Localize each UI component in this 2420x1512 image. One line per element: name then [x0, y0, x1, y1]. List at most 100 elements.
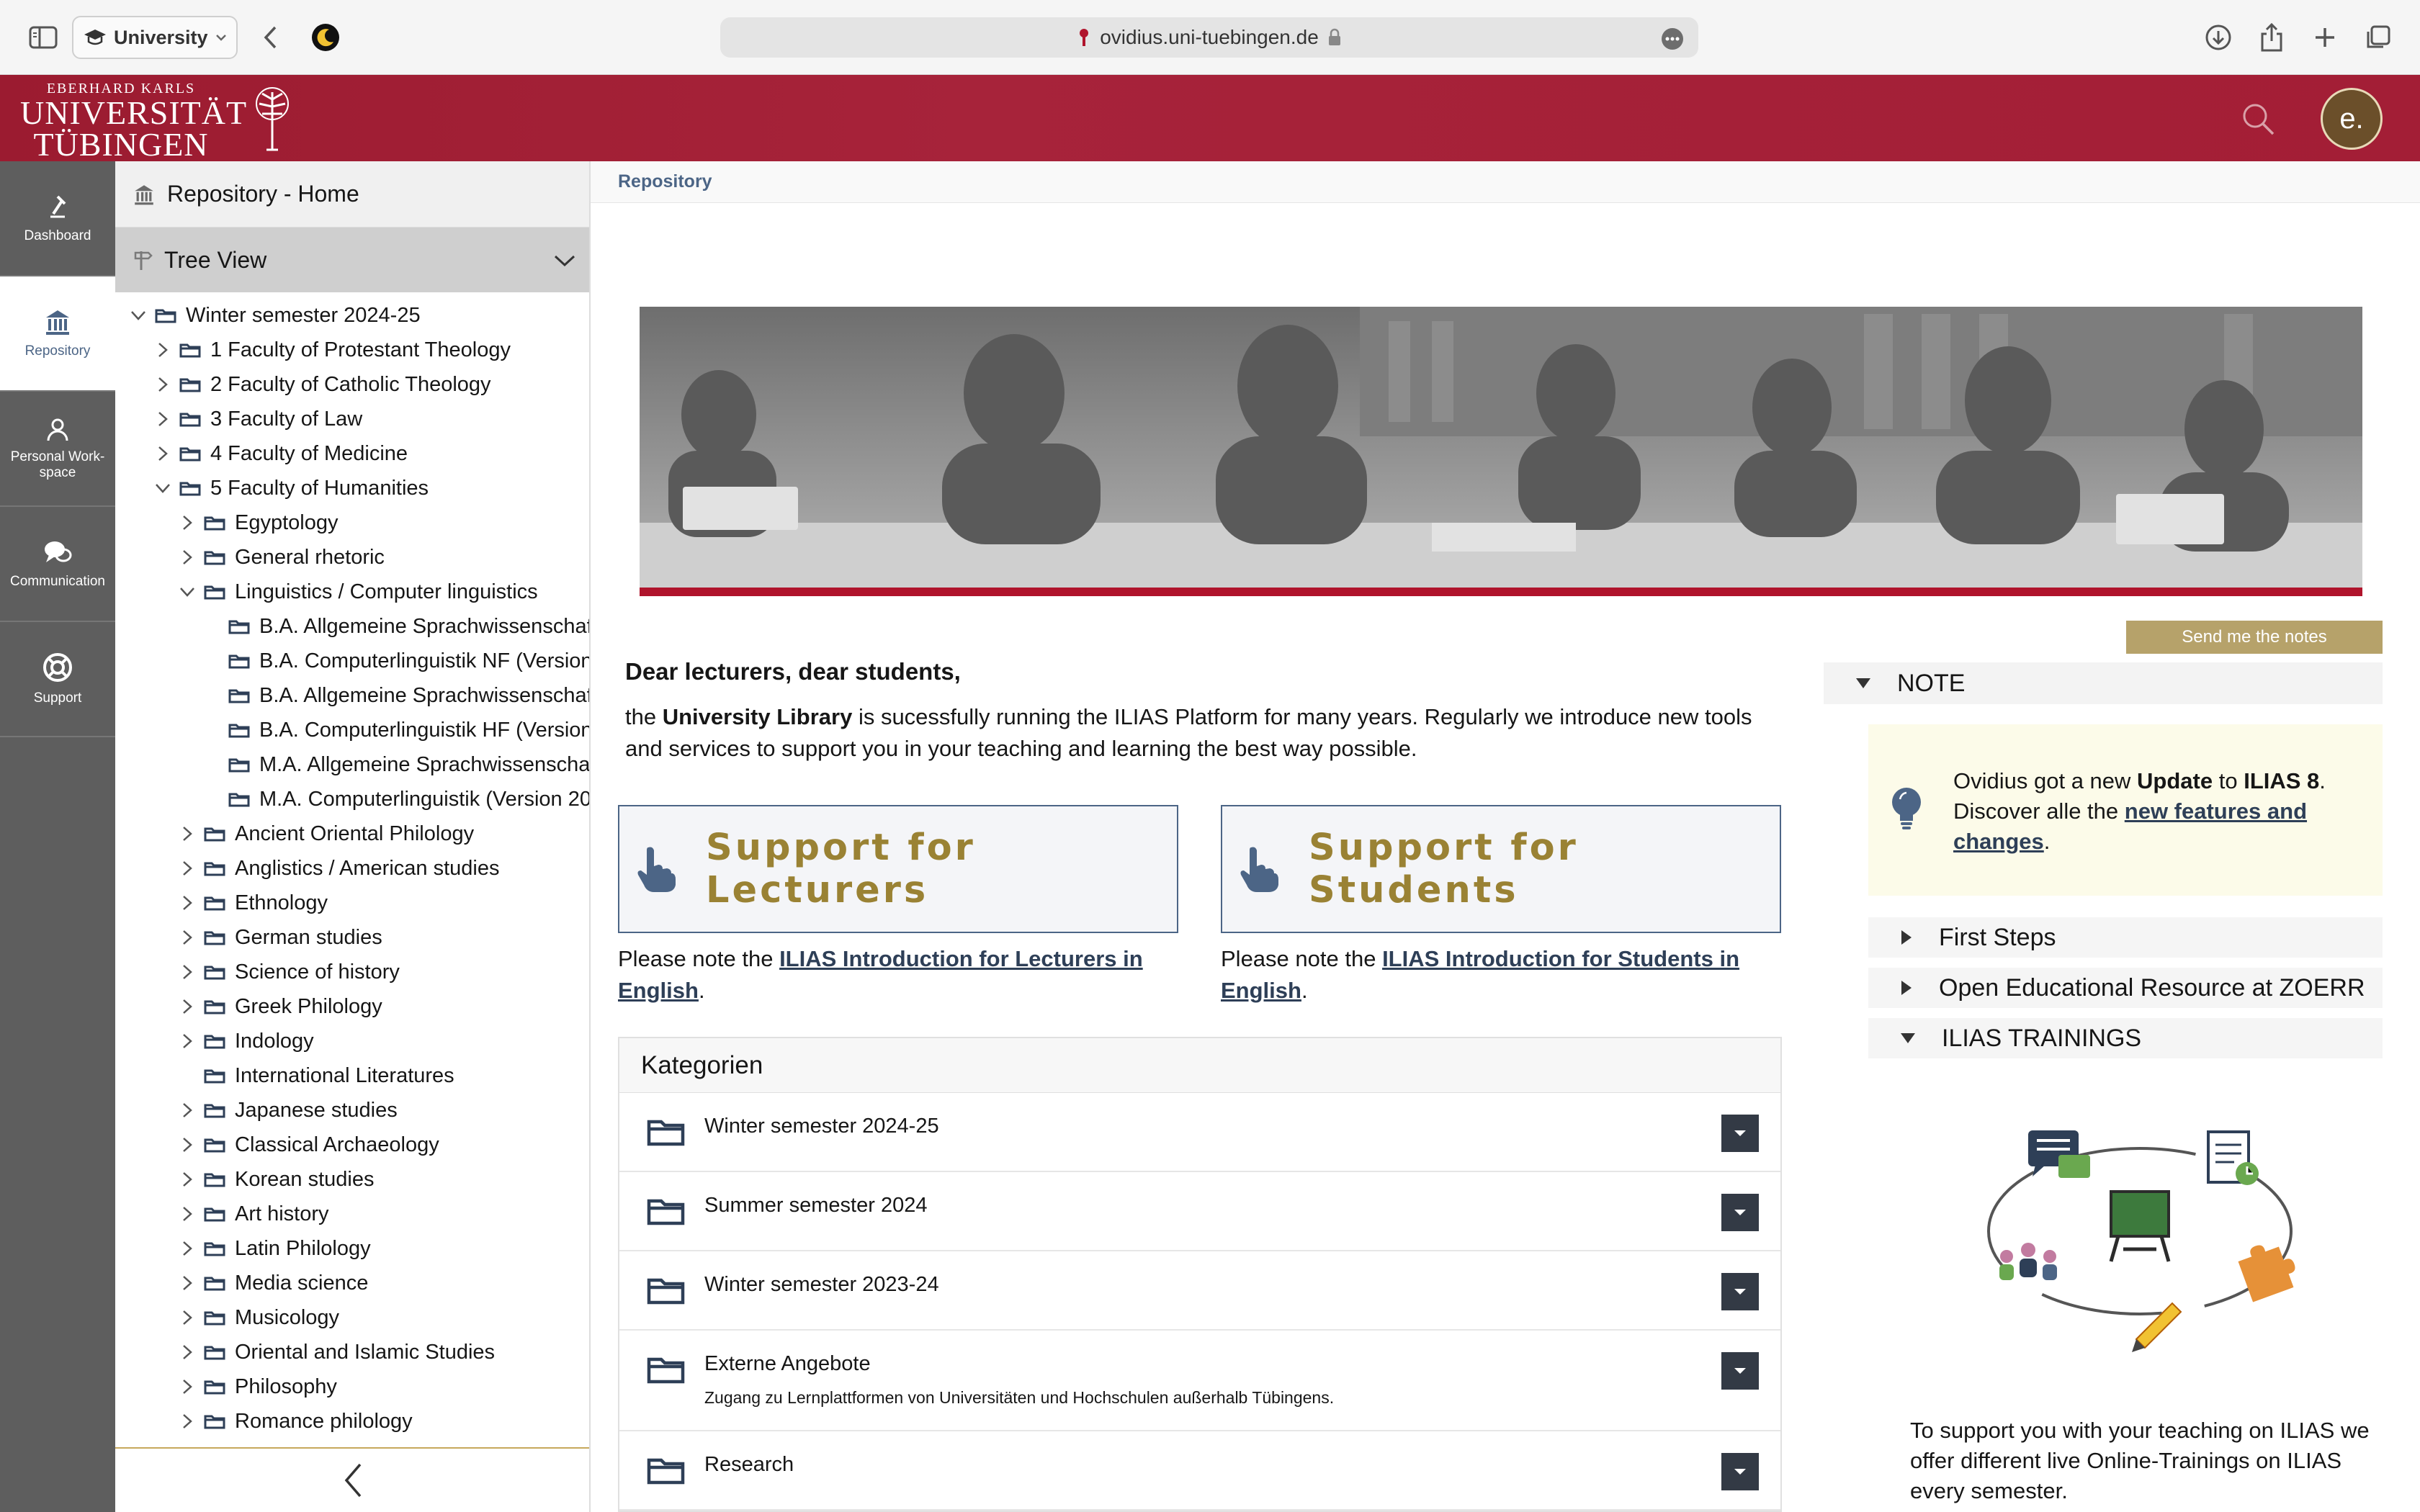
category-title[interactable]: Research [704, 1453, 794, 1477]
tree-item[interactable]: Japanese studies [173, 1093, 398, 1128]
tree-item[interactable]: Egyptology [173, 505, 339, 540]
chevron-right-icon[interactable] [173, 1128, 202, 1162]
chevron-right-icon[interactable] [173, 1231, 202, 1266]
tree-item[interactable]: 5 Faculty of Humanities [148, 471, 429, 505]
tree-item[interactable]: Linguistics / Computer linguistics [173, 575, 538, 609]
tree-item[interactable]: Ancient Oriental Philology [173, 816, 474, 851]
category-row[interactable]: Externe Angebote Zugang zu Lernplattforme… [619, 1331, 1780, 1431]
tree-item[interactable]: B.A. Allgemeine Sprachwissenschaft [197, 678, 589, 713]
tree-item[interactable]: Korean studies [173, 1162, 374, 1197]
tree-item[interactable]: M.A. Allgemeine Sprachwissenschaft [197, 747, 589, 782]
chevron-right-icon[interactable] [173, 505, 202, 540]
mainbar-personal-workspace[interactable]: Personal Work-space [0, 392, 115, 507]
chevron-right-icon[interactable] [173, 1404, 202, 1439]
category-row[interactable]: Winter semester 2023-24 [619, 1251, 1780, 1331]
send-notes-button[interactable]: Send me the notes [2126, 621, 2383, 654]
dark-mode-extension-icon[interactable] [305, 17, 346, 58]
tree-item[interactable]: Musicology [173, 1300, 339, 1335]
category-row[interactable]: Research [619, 1431, 1780, 1511]
tree-item[interactable]: German studies [173, 920, 382, 955]
chevron-right-icon[interactable] [173, 1162, 202, 1197]
mainbar-support[interactable]: Support [0, 622, 115, 737]
download-icon[interactable] [2198, 17, 2238, 58]
tree-item[interactable]: Media science [173, 1266, 368, 1300]
chevron-right-icon[interactable] [173, 920, 202, 955]
support-students-button[interactable]: Support for Students [1221, 805, 1781, 933]
university-logo[interactable]: EBERHARD KARLS UNIVERSITÄT TÜBINGEN [20, 81, 247, 161]
category-title[interactable]: Summer semester 2024 [704, 1194, 927, 1218]
tree-item[interactable]: 3 Faculty of Law [148, 402, 362, 436]
tree-item[interactable]: Latin Philology [173, 1231, 371, 1266]
chevron-down-icon[interactable] [124, 298, 153, 333]
chevron-down-icon[interactable] [148, 471, 177, 505]
actions-dropdown-button[interactable] [1721, 1453, 1759, 1490]
breadcrumb-repository[interactable]: Repository [618, 171, 712, 192]
category-title[interactable]: Externe Angebote [704, 1352, 871, 1376]
tree-item[interactable]: Oriental and Islamic Studies [173, 1335, 495, 1369]
chevron-right-icon[interactable] [173, 816, 202, 851]
mainbar-dashboard[interactable]: Dashboard [0, 161, 115, 276]
category-row[interactable]: Winter semester 2024-25 [619, 1093, 1780, 1172]
repository-home-link[interactable]: Repository - Home [115, 161, 589, 228]
page-menu-icon[interactable] [1661, 27, 1684, 50]
chevron-right-icon[interactable] [148, 402, 177, 436]
chevron-right-icon[interactable] [173, 955, 202, 989]
collapse-slate-button[interactable] [115, 1447, 589, 1512]
chevron-right-icon[interactable] [173, 1369, 202, 1404]
tree-item[interactable]: 4 Faculty of Medicine [148, 436, 408, 471]
tab-group-selector[interactable]: University [72, 16, 238, 59]
tree-item[interactable]: Science of history [173, 955, 400, 989]
accordion-oer-zoerr[interactable]: Open Educational Resource at ZOERR [1868, 968, 2383, 1008]
chevron-down-icon[interactable] [173, 575, 202, 609]
tree-item[interactable]: B.A. Allgemeine Sprachwissenschaft [197, 609, 589, 644]
accordion-first-steps[interactable]: First Steps [1868, 917, 2383, 958]
share-icon[interactable] [2251, 17, 2292, 58]
chevron-right-icon[interactable] [173, 851, 202, 886]
accordion-ilias-trainings[interactable]: ILIAS TRAININGS [1868, 1018, 2383, 1058]
actions-dropdown-button[interactable] [1721, 1115, 1759, 1152]
chevron-right-icon[interactable] [148, 333, 177, 367]
category-title[interactable]: Winter semester 2024-25 [704, 1115, 939, 1138]
actions-dropdown-button[interactable] [1721, 1194, 1759, 1231]
support-lecturers-button[interactable]: Support for Lecturers [618, 805, 1178, 933]
tree-item[interactable]: Classical Archaeology [173, 1128, 439, 1162]
user-avatar[interactable]: e. [2321, 88, 2383, 150]
mainbar-repository[interactable]: Repository [0, 276, 115, 392]
tree-item[interactable]: Philosophy [173, 1369, 337, 1404]
tree-item[interactable]: General rhetoric [173, 540, 385, 575]
chevron-right-icon[interactable] [148, 436, 177, 471]
actions-dropdown-button[interactable] [1721, 1273, 1759, 1310]
chevron-right-icon[interactable] [173, 1197, 202, 1231]
chevron-right-icon[interactable] [173, 540, 202, 575]
chevron-right-icon[interactable] [173, 1093, 202, 1128]
chevron-right-icon[interactable] [173, 1300, 202, 1335]
tree-item[interactable]: 2 Faculty of Catholic Theology [148, 367, 491, 402]
tree-item[interactable]: Anglistics / American studies [173, 851, 499, 886]
chevron-right-icon[interactable] [173, 886, 202, 920]
chevron-right-icon[interactable] [173, 1024, 202, 1058]
category-row[interactable]: Summer semester 2024 [619, 1172, 1780, 1251]
note-accordion-header[interactable]: NOTE [1824, 662, 2383, 704]
tree-item[interactable]: International Literatures [173, 1058, 454, 1093]
tree-item[interactable]: Greek Philology [173, 989, 382, 1024]
chevron-right-icon[interactable] [173, 989, 202, 1024]
sidebar-toggle-icon[interactable] [23, 17, 63, 58]
tab-overview-icon[interactable] [2358, 17, 2398, 58]
actions-dropdown-button[interactable] [1721, 1352, 1759, 1390]
chevron-right-icon[interactable] [148, 367, 177, 402]
tree-item[interactable]: Romance philology [173, 1404, 413, 1439]
breadcrumb[interactable]: Repository [591, 161, 2420, 203]
chevron-right-icon[interactable] [173, 1266, 202, 1300]
tree-view-toggle[interactable]: Tree View [115, 228, 589, 292]
tree-item[interactable]: Art history [173, 1197, 329, 1231]
category-title[interactable]: Winter semester 2023-24 [704, 1273, 939, 1297]
chevron-right-icon[interactable] [173, 1335, 202, 1369]
new-tab-icon[interactable] [2305, 17, 2345, 58]
tree-item[interactable]: B.A. Computerlinguistik HF (Version [197, 713, 589, 747]
address-bar[interactable]: ovidius.uni-tuebingen.de [720, 17, 1698, 58]
tree-item[interactable]: Ethnology [173, 886, 328, 920]
mainbar-communication[interactable]: Communication [0, 507, 115, 622]
search-icon[interactable] [2240, 101, 2277, 138]
back-icon[interactable] [251, 17, 291, 58]
tree-item[interactable]: Winter semester 2024-25 [124, 298, 421, 333]
